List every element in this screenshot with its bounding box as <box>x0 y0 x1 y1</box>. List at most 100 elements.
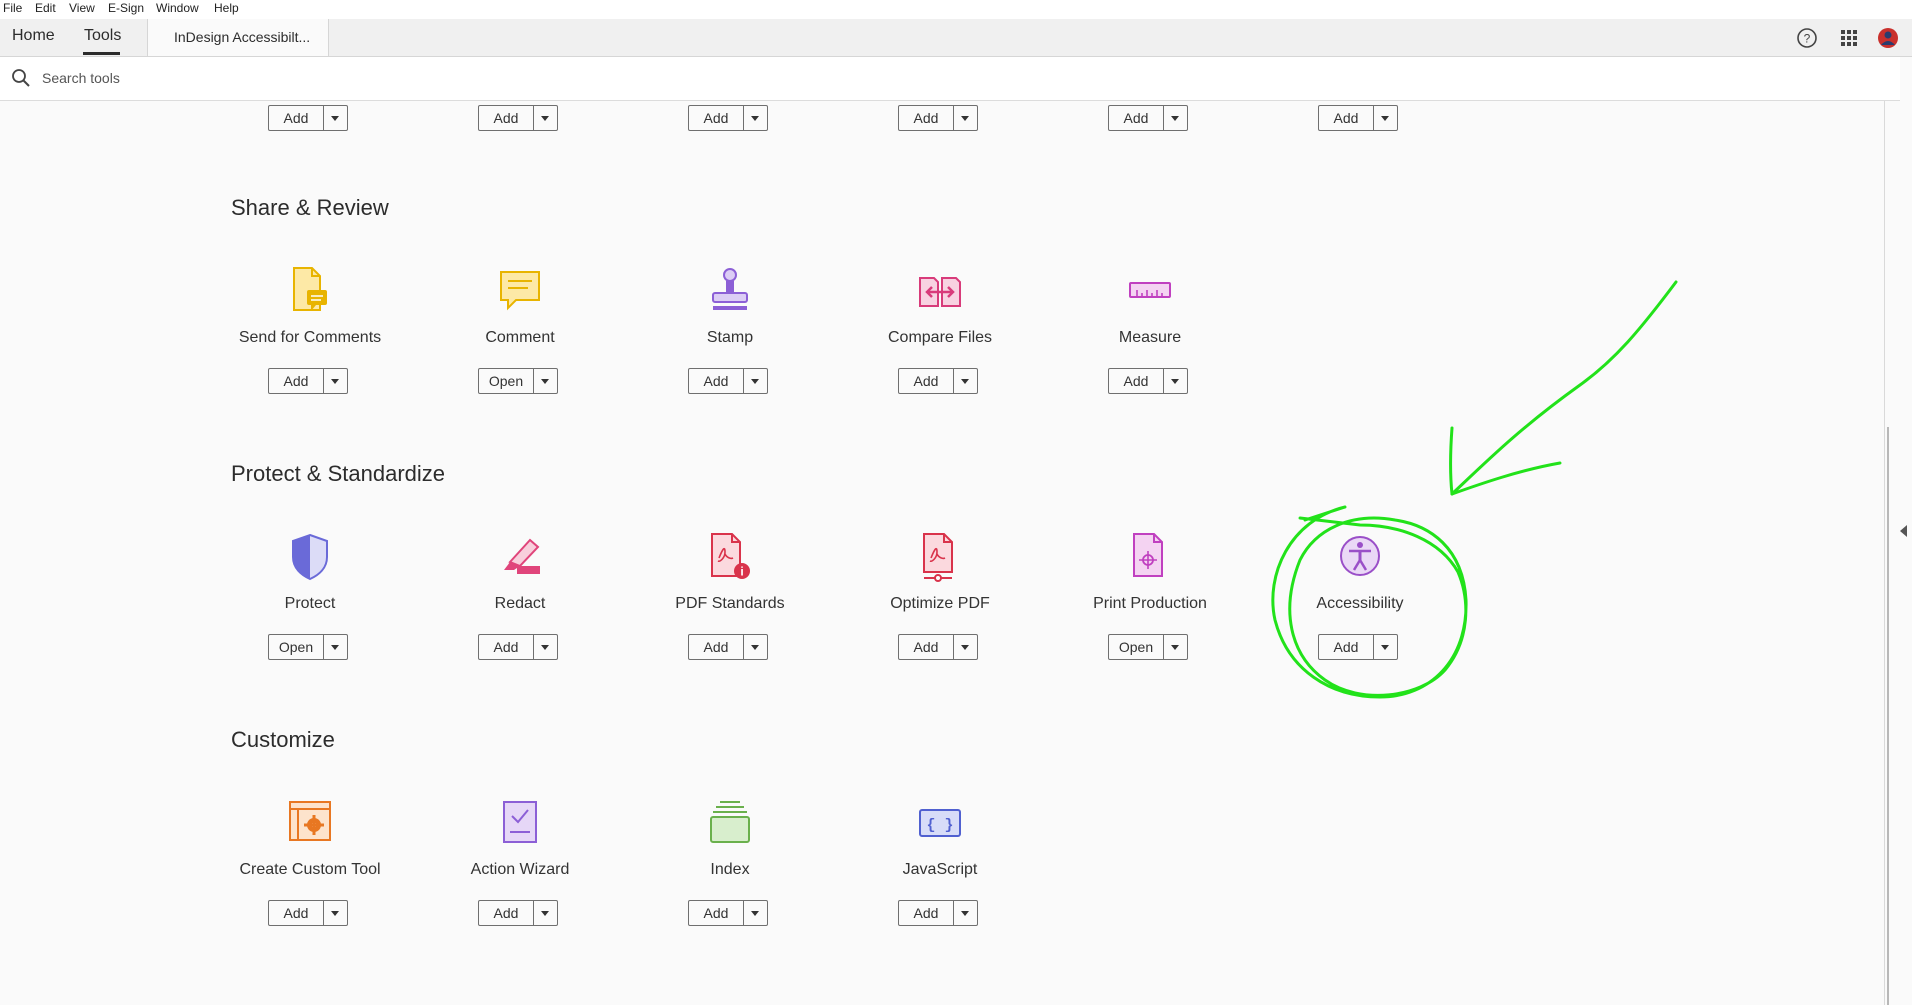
annotation-arrow <box>1450 280 1678 496</box>
add-button[interactable]: Add <box>268 105 348 131</box>
open-button[interactable]: Open <box>268 634 348 660</box>
tool-optimize-pdf[interactable]: Optimize PDF Add <box>835 532 1045 692</box>
tool-label: Redact <box>494 595 546 612</box>
section-title-share-review: Share & Review <box>231 195 389 220</box>
avatar[interactable] <box>1877 27 1899 49</box>
chevron-down-icon[interactable] <box>541 379 549 384</box>
tab-home[interactable]: Home <box>12 27 55 45</box>
chevron-down-icon[interactable] <box>1381 116 1389 121</box>
chevron-down-icon[interactable] <box>1381 645 1389 650</box>
tool-label: PDF Standards <box>675 595 785 612</box>
tool-create-custom-tool[interactable]: Create Custom Tool Add <box>205 798 415 958</box>
tool-label: Optimize PDF <box>890 595 990 612</box>
add-button[interactable]: Add <box>688 900 768 926</box>
add-button[interactable]: Add <box>1108 105 1188 131</box>
chevron-down-icon[interactable] <box>961 645 969 650</box>
add-button[interactable]: Add <box>478 634 558 660</box>
tool-print-production[interactable]: Print Production Open <box>1045 532 1255 692</box>
accessibility-icon <box>1340 536 1380 576</box>
help-icon[interactable]: ? <box>1796 27 1818 49</box>
add-button[interactable]: Add <box>898 105 978 131</box>
add-button[interactable]: Add <box>478 900 558 926</box>
tool-send-for-comments[interactable]: Send for Comments Add <box>205 266 415 426</box>
chevron-down-icon[interactable] <box>541 911 549 916</box>
tool-index[interactable]: Index Add <box>625 798 835 958</box>
chevron-down-icon[interactable] <box>961 116 969 121</box>
svg-text:{ }: { } <box>926 817 953 834</box>
chevron-down-icon[interactable] <box>961 379 969 384</box>
open-button[interactable]: Open <box>1108 634 1188 660</box>
chevron-down-icon[interactable] <box>331 116 339 121</box>
tool-action-wizard[interactable]: Action Wizard Add <box>415 798 625 958</box>
menu-edit[interactable]: Edit <box>35 1 56 15</box>
expand-panel-icon[interactable] <box>1900 525 1907 537</box>
chevron-down-icon[interactable] <box>751 645 759 650</box>
tool-label: JavaScript <box>902 861 978 878</box>
chevron-down-icon[interactable] <box>331 911 339 916</box>
tab-tools[interactable]: Tools <box>84 27 121 45</box>
tool-label: Accessibility <box>1316 595 1404 612</box>
chevron-down-icon[interactable] <box>751 379 759 384</box>
chevron-down-icon[interactable] <box>751 116 759 121</box>
tool-redact[interactable]: Redact Add <box>415 532 625 692</box>
tool-add-control: Add <box>205 105 415 131</box>
tool-add-control: Add <box>625 105 835 131</box>
add-button[interactable]: Add <box>688 368 768 394</box>
index-icon <box>710 801 750 843</box>
add-button[interactable]: Add <box>1108 368 1188 394</box>
add-button[interactable]: Add <box>1318 105 1398 131</box>
chevron-down-icon[interactable] <box>961 911 969 916</box>
menu-file[interactable]: File <box>3 1 22 15</box>
apps-grid-icon[interactable] <box>1838 27 1860 49</box>
menu-esign[interactable]: E-Sign <box>108 1 144 15</box>
tool-add-control: Add <box>415 105 625 131</box>
tool-accessibility[interactable]: Accessibility Add <box>1255 532 1465 692</box>
search-input[interactable]: Search tools <box>42 70 120 86</box>
add-button[interactable]: Add <box>268 368 348 394</box>
tool-label: Print Production <box>1093 595 1207 612</box>
search-bar[interactable]: Search tools <box>0 57 1900 101</box>
tool-javascript[interactable]: { } JavaScript Add <box>835 798 1045 958</box>
tool-label: Protect <box>284 595 336 612</box>
tab-document[interactable]: InDesign Accessibilt... <box>147 19 329 56</box>
send-for-comments-icon <box>293 267 327 311</box>
action-wizard-icon <box>503 801 537 843</box>
add-button[interactable]: Add <box>478 105 558 131</box>
tool-stamp[interactable]: Stamp Add <box>625 266 835 426</box>
add-button[interactable]: Add <box>898 634 978 660</box>
chevron-down-icon[interactable] <box>1171 116 1179 121</box>
vertical-scrollbar-track <box>1884 101 1885 1005</box>
menu-help[interactable]: Help <box>214 1 239 15</box>
chevron-down-icon[interactable] <box>1171 645 1179 650</box>
tool-label: Compare Files <box>887 329 993 346</box>
svg-text:i: i <box>740 565 743 579</box>
tool-label: Send for Comments <box>238 329 382 346</box>
chevron-down-icon[interactable] <box>751 911 759 916</box>
tool-measure[interactable]: Measure Add <box>1045 266 1255 426</box>
stamp-icon <box>712 268 748 310</box>
add-button[interactable]: Add <box>898 900 978 926</box>
chevron-down-icon[interactable] <box>541 645 549 650</box>
javascript-icon: { } <box>919 809 961 837</box>
tool-add-control: Add <box>1045 105 1255 131</box>
chevron-down-icon[interactable] <box>331 645 339 650</box>
add-button[interactable]: Add <box>688 634 768 660</box>
chevron-down-icon[interactable] <box>331 379 339 384</box>
chevron-down-icon[interactable] <box>1171 379 1179 384</box>
tool-pdf-standards[interactable]: i PDF Standards Add <box>625 532 835 692</box>
add-button[interactable]: Add <box>898 368 978 394</box>
add-button[interactable]: Add <box>268 900 348 926</box>
menu-window[interactable]: Window <box>156 1 199 15</box>
menu-view[interactable]: View <box>69 1 95 15</box>
tool-comment[interactable]: Comment Open <box>415 266 625 426</box>
create-custom-tool-icon <box>289 801 331 841</box>
chevron-down-icon[interactable] <box>541 116 549 121</box>
open-button[interactable]: Open <box>478 368 558 394</box>
add-button[interactable]: Add <box>688 105 768 131</box>
section-title-protect-standardize: Protect & Standardize <box>231 461 446 486</box>
add-button[interactable]: Add <box>1318 634 1398 660</box>
tool-label: Comment <box>485 329 555 346</box>
tool-protect[interactable]: Protect Open <box>205 532 415 692</box>
vertical-scrollbar-thumb[interactable] <box>1887 427 1889 1005</box>
tool-compare-files[interactable]: Compare Files Add <box>835 266 1045 426</box>
